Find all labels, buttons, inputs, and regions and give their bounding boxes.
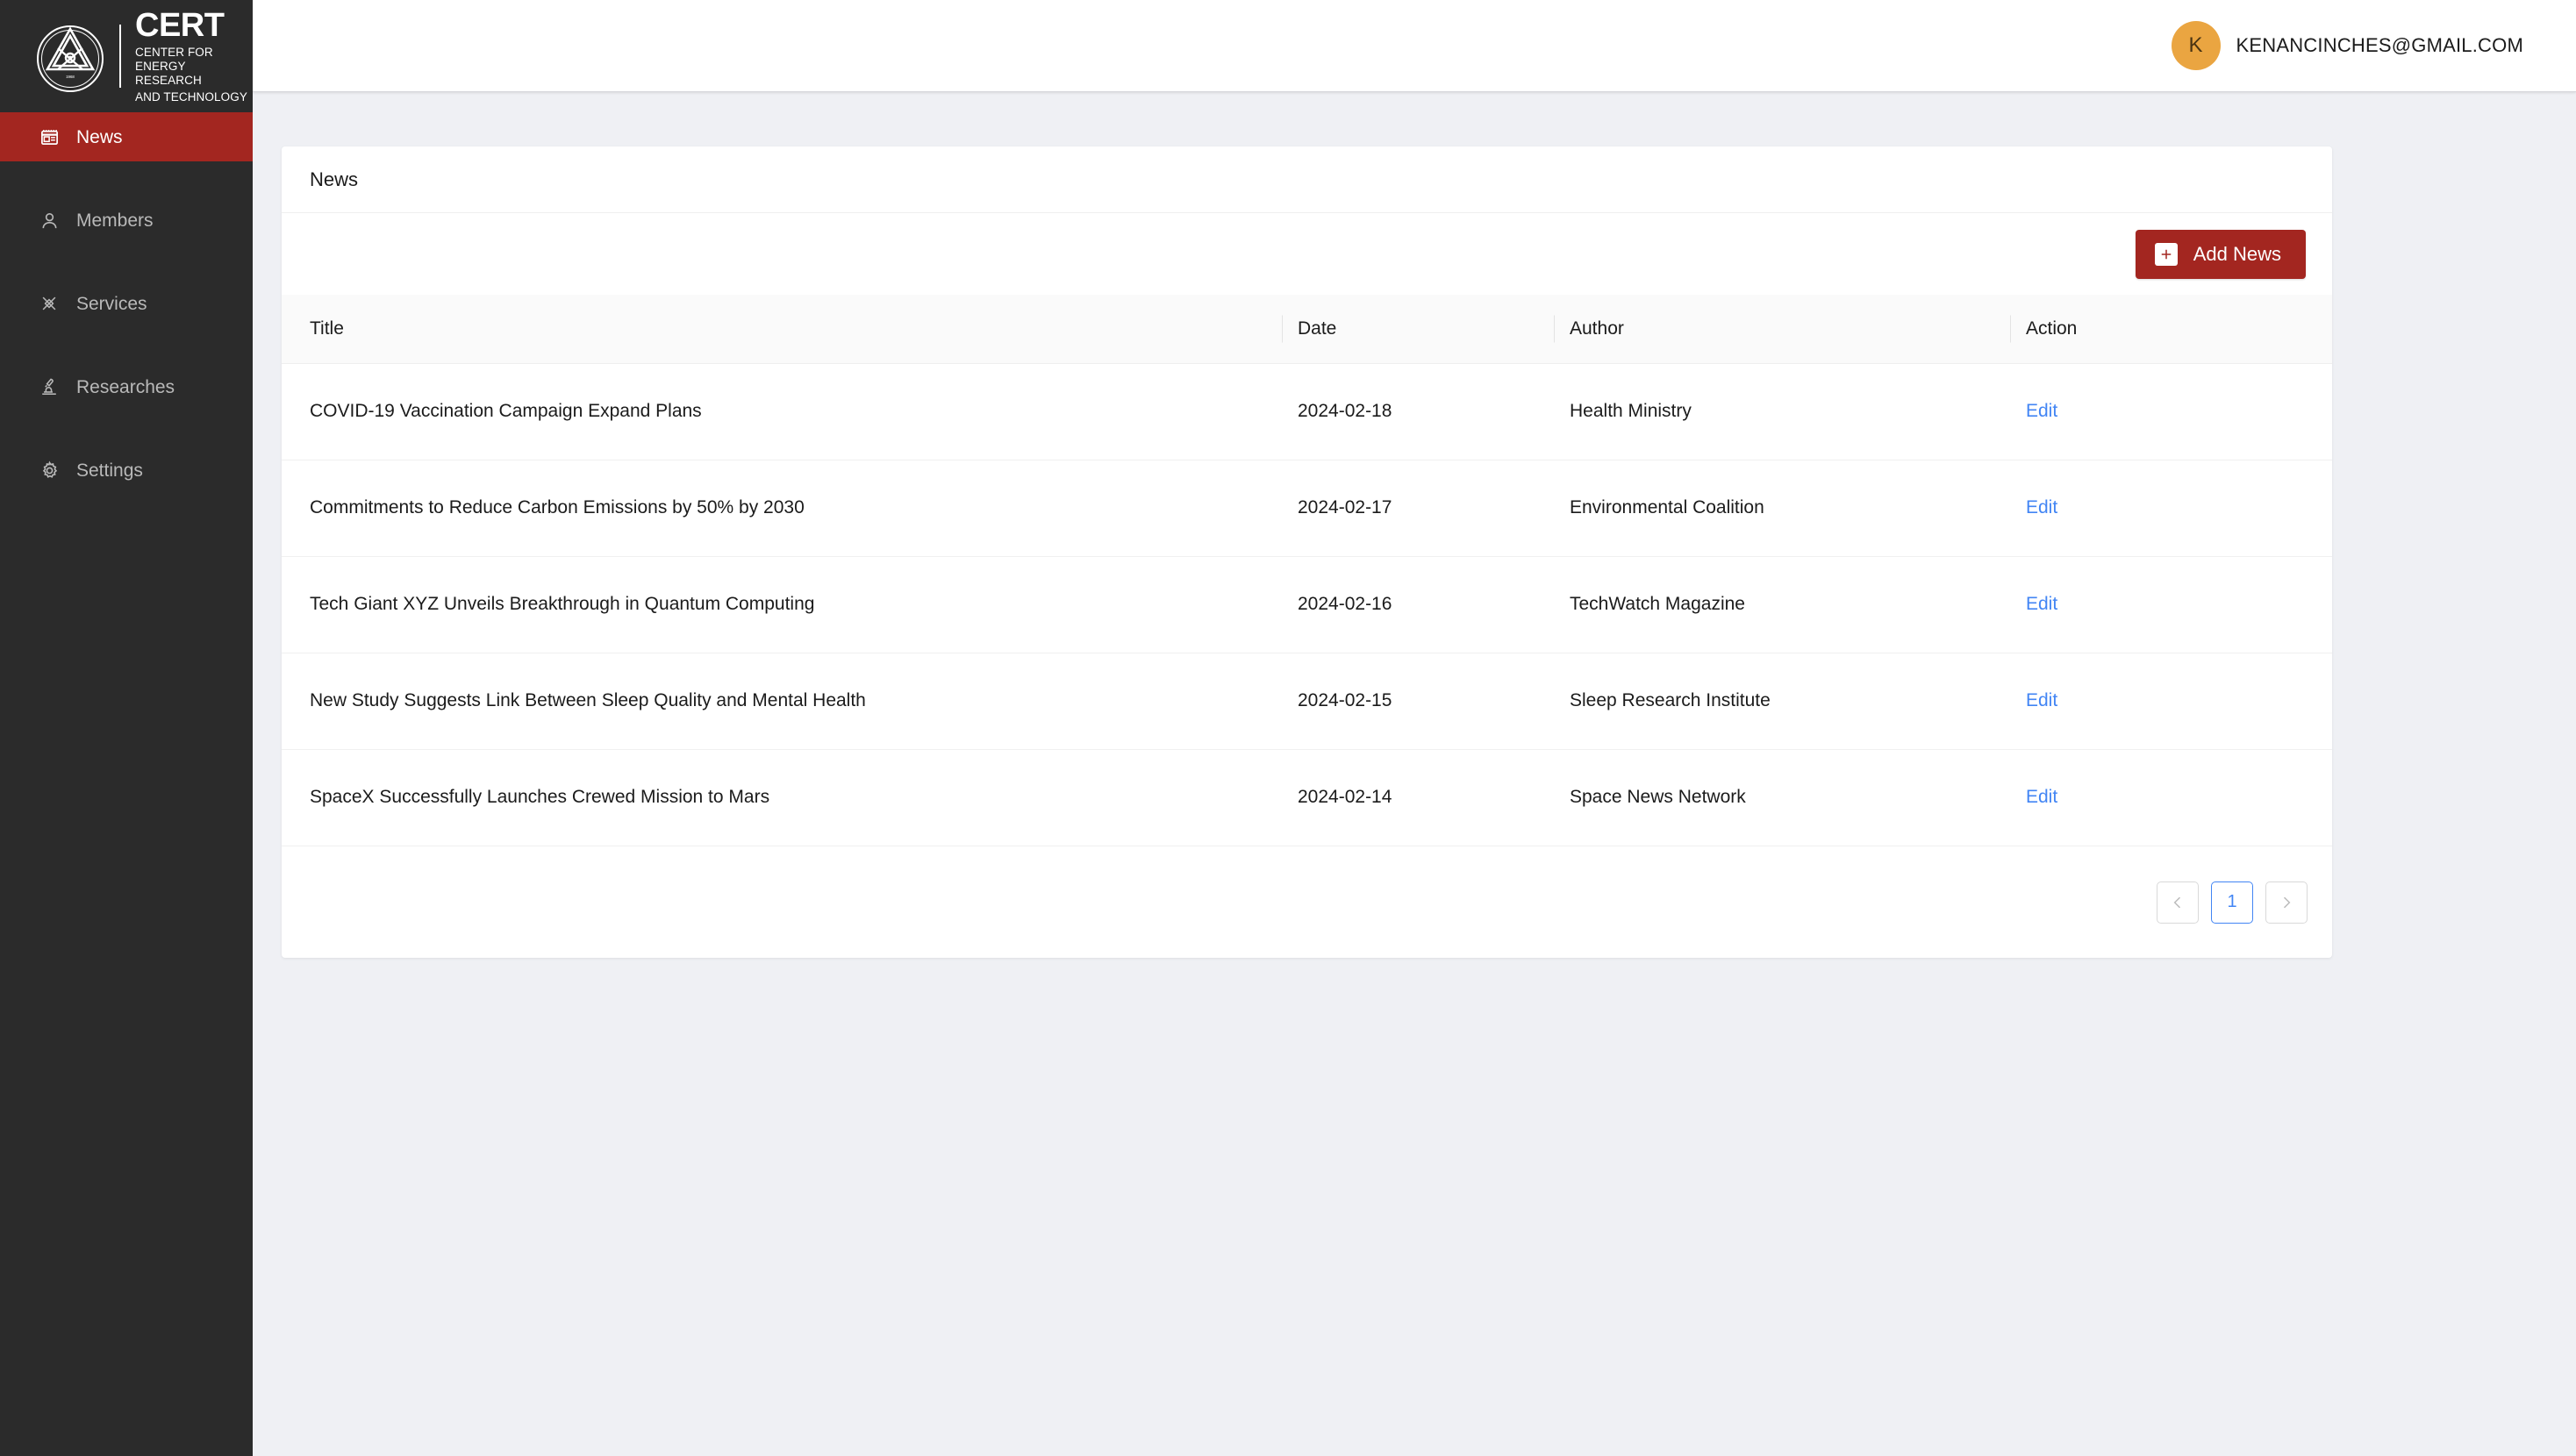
pagination-prev-button[interactable]: [2157, 881, 2199, 924]
gear-icon: [39, 460, 60, 481]
cell-action: Edit: [2010, 556, 2332, 653]
edit-link[interactable]: Edit: [2026, 497, 2057, 517]
plus-square-icon: [2155, 243, 2178, 266]
cell-date: 2024-02-14: [1282, 749, 1554, 846]
column-header-action[interactable]: Action: [2010, 295, 2332, 363]
cell-title: Tech Giant XYZ Unveils Breakthrough in Q…: [282, 556, 1282, 653]
topbar: K KENANCINCHES@GMAIL.COM: [253, 0, 2576, 92]
table-row: Commitments to Reduce Carbon Emissions b…: [282, 460, 2332, 556]
sidebar: 1968 CERT CENTER FOR ENERGY RESEARCH AND…: [0, 0, 253, 1456]
table-header-row: Title Date Author Action: [282, 295, 2332, 363]
cell-action: Edit: [2010, 363, 2332, 460]
sidebar-item-label: Services: [76, 295, 147, 313]
sidebar-item-label: Researches: [76, 378, 175, 396]
scissors-tools-icon: [39, 293, 60, 314]
news-table: Title Date Author Action COVID-19 Vaccin…: [282, 295, 2332, 846]
edit-link[interactable]: Edit: [2026, 594, 2057, 614]
brand-text: CERT CENTER FOR ENERGY RESEARCH AND TECH…: [135, 8, 253, 104]
brand-title: CERT: [135, 8, 253, 43]
cell-date: 2024-02-18: [1282, 363, 1554, 460]
sidebar-item-label: Settings: [76, 461, 143, 480]
edit-link[interactable]: Edit: [2026, 401, 2057, 421]
app-root: 1968 CERT CENTER FOR ENERGY RESEARCH AND…: [0, 0, 2576, 1456]
cell-action: Edit: [2010, 653, 2332, 749]
brand-subtitle-line2: AND TECHNOLOGY: [135, 90, 253, 104]
news-table-body: COVID-19 Vaccination Campaign Expand Pla…: [282, 363, 2332, 846]
add-news-label: Add News: [2193, 243, 2281, 266]
card-header: News: [282, 146, 2332, 213]
microscope-icon: [39, 376, 60, 397]
pagination-page-1-button[interactable]: 1: [2211, 881, 2253, 924]
chevron-left-icon: [2169, 894, 2186, 911]
brand-logo: 1968 CERT CENTER FOR ENERGY RESEARCH AND…: [0, 0, 253, 112]
news-layout-icon: [39, 126, 60, 147]
pagination-next-button[interactable]: [2265, 881, 2308, 924]
user-icon: [39, 210, 60, 231]
cert-triquetra-logo-icon: 1968: [25, 17, 116, 96]
sidebar-item-label: Members: [76, 211, 154, 230]
cell-date: 2024-02-16: [1282, 556, 1554, 653]
avatar: K: [2172, 21, 2221, 70]
table-row: COVID-19 Vaccination Campaign Expand Pla…: [282, 363, 2332, 460]
brand-subtitle-line1: CENTER FOR ENERGY RESEARCH: [135, 46, 253, 88]
page-title: News: [310, 168, 358, 191]
sidebar-nav: News Members: [0, 112, 253, 529]
sidebar-item-settings[interactable]: Settings: [0, 446, 253, 495]
table-row: Tech Giant XYZ Unveils Breakthrough in Q…: [282, 556, 2332, 653]
news-table-head: Title Date Author Action: [282, 295, 2332, 363]
cell-date: 2024-02-15: [1282, 653, 1554, 749]
edit-link[interactable]: Edit: [2026, 690, 2057, 710]
user-account-chip[interactable]: K KENANCINCHES@GMAIL.COM: [2172, 21, 2523, 70]
table-row: New Study Suggests Link Between Sleep Qu…: [282, 653, 2332, 749]
sidebar-item-researches[interactable]: Researches: [0, 362, 253, 411]
content-area: News Add News: [253, 92, 2576, 958]
sidebar-item-news[interactable]: News: [0, 112, 253, 161]
svg-text:1968: 1968: [66, 75, 75, 79]
cell-title: COVID-19 Vaccination Campaign Expand Pla…: [282, 363, 1282, 460]
column-header-date[interactable]: Date: [1282, 295, 1554, 363]
main-area: K KENANCINCHES@GMAIL.COM News: [253, 0, 2576, 1456]
add-news-button[interactable]: Add News: [2136, 230, 2306, 279]
chevron-right-icon: [2278, 894, 2295, 911]
sidebar-item-members[interactable]: Members: [0, 196, 253, 245]
column-header-title[interactable]: Title: [282, 295, 1282, 363]
sidebar-item-label: News: [76, 128, 123, 146]
cell-author: Sleep Research Institute: [1554, 653, 2010, 749]
edit-link[interactable]: Edit: [2026, 787, 2057, 807]
cell-title: SpaceX Successfully Launches Crewed Miss…: [282, 749, 1282, 846]
cell-author: Environmental Coalition: [1554, 460, 2010, 556]
cell-date: 2024-02-17: [1282, 460, 1554, 556]
cell-author: TechWatch Magazine: [1554, 556, 2010, 653]
pagination: 1: [282, 846, 2332, 958]
table-row: SpaceX Successfully Launches Crewed Miss…: [282, 749, 2332, 846]
card-toolbar: Add News: [282, 213, 2332, 295]
cell-author: Health Ministry: [1554, 363, 2010, 460]
user-email-label: KENANCINCHES@GMAIL.COM: [2236, 34, 2523, 57]
cell-title: New Study Suggests Link Between Sleep Qu…: [282, 653, 1282, 749]
cell-title: Commitments to Reduce Carbon Emissions b…: [282, 460, 1282, 556]
news-card: News Add News: [282, 146, 2332, 958]
sidebar-item-services[interactable]: Services: [0, 279, 253, 328]
cell-author: Space News Network: [1554, 749, 2010, 846]
brand-divider: [119, 25, 121, 88]
cell-action: Edit: [2010, 460, 2332, 556]
column-header-author[interactable]: Author: [1554, 295, 2010, 363]
cell-action: Edit: [2010, 749, 2332, 846]
